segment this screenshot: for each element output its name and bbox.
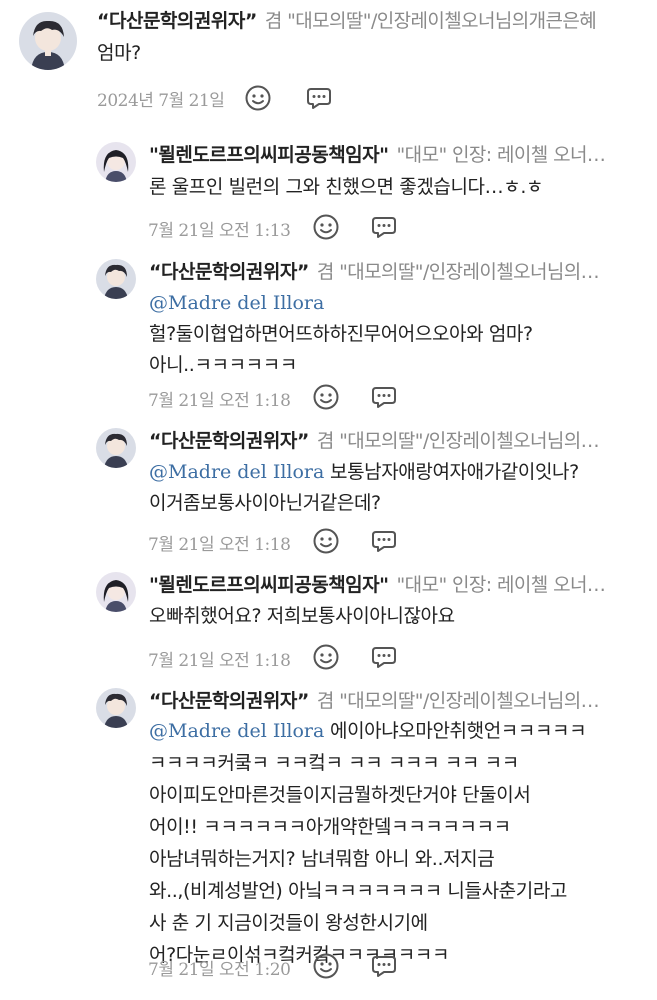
comment-text: 이거좀보통사이아닌거같은데? <box>149 492 381 514</box>
reply-button[interactable] <box>370 383 398 411</box>
speech-bubble-icon <box>372 217 396 238</box>
comment-author-subtitle: "대모" 인장: 레이첼 오너… <box>396 574 606 596</box>
comment-text: 사 춘 기 지금이것들이 왕성한시기에 <box>149 912 428 934</box>
user-avatar[interactable] <box>96 688 136 728</box>
like-button[interactable] <box>312 527 340 555</box>
comment-text: 엄마? <box>97 42 141 64</box>
speech-bubble-icon <box>372 647 396 668</box>
reply-button[interactable] <box>370 213 398 241</box>
user-mention[interactable]: @Madre del Illora <box>149 461 324 483</box>
like-button[interactable] <box>312 952 340 980</box>
comment-timestamp: 7월 21일 오전 1:13 <box>148 221 291 241</box>
comment-text: 보통남자애랑여자애가같이잇나? <box>324 461 579 483</box>
like-button[interactable] <box>312 383 340 411</box>
comment-text: 론 울프인 빌런의 그와 친했으면 좋겠습니다…ㅎ.ㅎ <box>149 176 544 198</box>
comment-text: 아남녀뭐하는거지? 남녀뭐함 아니 와..저지금 <box>149 848 495 870</box>
comment-text: 아이피도안마른것들이지금뭘하겟단거야 단둘이서 <box>149 784 531 806</box>
comment-body: 론 울프인 빌런의 그와 친했으면 좋겠습니다…ㅎ.ㅎ <box>149 172 543 203</box>
comment-text: 아니..ㅋㅋㅋㅋㅋㅋ <box>149 354 297 376</box>
user-mention[interactable]: @Madre del Illora <box>149 720 324 742</box>
user-avatar[interactable] <box>96 572 136 612</box>
user-avatar[interactable] <box>96 259 136 299</box>
like-button[interactable] <box>312 213 340 241</box>
comment-timestamp: 7월 21일 오전 1:18 <box>148 651 291 671</box>
reply-button[interactable] <box>370 527 398 555</box>
comment-body: @Madre del Illora 에이아냐오마안취햇언ㅋㅋㅋㅋㅋ ㅋㅋㅋㅋ커쿸… <box>149 715 587 971</box>
comment-timestamp: 7월 21일 오전 1:20 <box>148 960 291 980</box>
comment-body: @Madre del Illora 헐?둘이협업하면어뜨하하진무어어으오아와 엄… <box>149 288 533 381</box>
smile-icon <box>313 644 339 670</box>
like-button[interactable] <box>244 84 272 112</box>
user-avatar[interactable] <box>96 428 136 468</box>
comment-timestamp: 7월 21일 오전 1:18 <box>148 391 291 411</box>
smile-icon <box>313 384 339 410</box>
user-avatar[interactable] <box>96 142 136 182</box>
comment-text: 에이아냐오마안취햇언ㅋㅋㅋㅋㅋ <box>324 720 587 742</box>
reply-button[interactable] <box>370 643 398 671</box>
comment-text: 오빠취했어요? 저희보통사이아니잖아요 <box>149 605 455 627</box>
speech-bubble-icon <box>372 387 396 408</box>
like-button[interactable] <box>312 643 340 671</box>
comment-body: @Madre del Illora 보통남자애랑여자애가같이잇나? 이거좀보통사… <box>149 457 579 519</box>
speech-bubble-icon <box>372 956 396 977</box>
comment-author-subtitle: 겸 "대모의딸"/인장레이첼오너님의개큰은혜 <box>264 10 597 32</box>
comment-author[interactable]: “다산문학의권위자” <box>149 430 309 452</box>
smile-icon <box>245 85 271 111</box>
comment-text: 헐?둘이협업하면어뜨하하진무어어으오아와 엄마? <box>149 323 533 345</box>
comment-author-subtitle: 겸 "대모의딸"/인장레이첼오너님의… <box>316 430 600 452</box>
user-avatar[interactable] <box>19 12 77 70</box>
speech-bubble-icon <box>372 531 396 552</box>
comment-timestamp: 7월 21일 오전 1:18 <box>148 535 291 555</box>
comment-body: 오빠취했어요? 저희보통사이아니잖아요 <box>149 601 455 632</box>
comment-author[interactable]: “다산문학의권위자” <box>149 690 309 712</box>
comment-body: 엄마? <box>97 38 141 69</box>
smile-icon <box>313 214 339 240</box>
comment-author[interactable]: “다산문학의권위자” <box>97 10 257 32</box>
user-mention[interactable]: @Madre del Illora <box>149 292 324 314</box>
smile-icon <box>313 953 339 979</box>
comment-author-subtitle: 겸 "대모의딸"/인장레이첼오너님의… <box>316 690 600 712</box>
comment-text: 와..,(비계성발언) 아닠ㅋㅋㅋㅋㅋㅋㅋ 니들사춘기라고 <box>149 880 567 902</box>
reply-button[interactable] <box>305 84 333 112</box>
comment-author[interactable]: “다산문학의권위자” <box>149 261 309 283</box>
speech-bubble-icon <box>307 88 331 109</box>
comment-author[interactable]: "묄렌도르프의씨피공동책임자" <box>149 574 389 596</box>
comment-author[interactable]: "묄렌도르프의씨피공동책임자" <box>149 144 389 166</box>
comment-author-subtitle: 겸 "대모의딸"/인장레이첼오너님의… <box>316 261 600 283</box>
comment-text: 어이!! ㅋㅋㅋㅋㅋㅋ아개약한뎈ㅋㅋㅋㅋㅋㅋㅋ <box>149 816 511 838</box>
reply-button[interactable] <box>370 952 398 980</box>
comment-author-subtitle: "대모" 인장: 레이첼 오너… <box>396 144 606 166</box>
smile-icon <box>313 528 339 554</box>
comment-timestamp: 2024년 7월 21일 <box>97 91 225 111</box>
comment-text: ㅋㅋㅋㅋ커쿸ㅋ ㅋㅋ컼ㅋ ㅋㅋ ㅋㅋㅋ ㅋㅋ ㅋㅋ <box>149 752 519 774</box>
